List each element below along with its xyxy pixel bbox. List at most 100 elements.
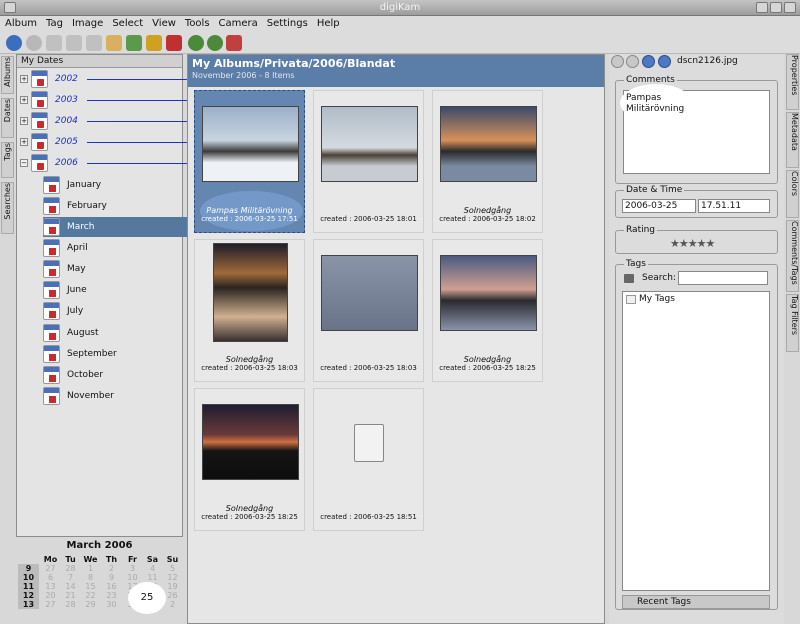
tree-month-september[interactable]: September [43,344,197,364]
tree-year-2003[interactable]: +2003 [17,90,199,110]
recent-tags-button[interactable]: Recent Tags [622,595,770,609]
highlighted-date[interactable]: 25 [128,582,166,614]
menu-album[interactable]: Album [1,16,41,32]
tree-month-may[interactable]: May [43,259,197,279]
thumbnail-view: My Albums/Privata/2006/Blandat November … [187,54,605,624]
pencil-icon[interactable] [166,35,182,51]
thumbnail-date: created : 2006-03-25 18:03 [201,364,298,372]
edit-icon[interactable] [146,35,162,51]
tab-tags[interactable]: Tags [1,142,14,178]
zoom-out-icon[interactable] [207,35,223,51]
calendar-icon [31,70,48,88]
tab-searches[interactable]: Searches [1,182,14,234]
menu-tag[interactable]: Tag [42,16,67,32]
tree-month-june[interactable]: June [43,280,197,300]
tab-tag-filters[interactable]: Tag Filters [786,294,799,352]
tree-year-2006[interactable]: −2006 [17,153,199,173]
first-image-icon[interactable] [611,55,624,68]
toolbar [0,32,800,54]
thumbnail-item[interactable]: created : 2006-03-25 18:01 [313,90,424,233]
window-title: digiKam [379,2,421,13]
maximize-button[interactable] [770,2,782,13]
tag-tree[interactable]: My Tags [622,291,770,591]
tree-month-october[interactable]: October [43,365,197,385]
comments-text[interactable]: Pampas Militärövning [620,84,692,122]
date-navigator: March 2006 Mo Tu We Th Fr Sa Su 9 27 28 1 2 3 4 5 10 6… [16,540,183,624]
thumbnail-item[interactable]: Solnedgång created : 2006-03-25 18:25 [194,388,305,531]
rating-stars[interactable]: ★★★★★ [670,237,715,250]
menu-image[interactable]: Image [68,16,107,32]
tree-month-january[interactable]: January [43,175,197,195]
menu-help[interactable]: Help [313,16,344,32]
thumbnail-item[interactable]: Pampas Militärövning created : 2006-03-2… [194,90,305,233]
tree-month-august[interactable]: August [43,323,197,343]
calendar-icon [43,324,60,342]
tree-year-2005[interactable]: +2005 [17,132,199,152]
thumbnail-image [321,106,418,182]
slideshow-icon[interactable] [126,35,142,51]
calendar-icon [31,91,48,109]
thumbnail-date: created : 2006-03-25 18:02 [439,215,536,223]
thumbnail-item[interactable]: created : 2006-03-25 18:51 [313,388,424,531]
thumbnail-item[interactable]: Solnedgång created : 2006-03-25 18:02 [432,90,543,233]
last-image-icon[interactable] [658,55,671,68]
back-icon[interactable] [6,35,22,51]
thumbnail-image [440,106,537,182]
thumbnail-date: created : 2006-03-25 18:03 [320,364,417,372]
current-filename: dscn2126.jpg [677,56,738,66]
thumbnail-image [202,404,299,480]
week-row: 10 6 7 8 9 10 11 12 [18,573,180,582]
tree-month-april[interactable]: April [43,238,197,258]
thumbnail-item[interactable]: Solnedgång created : 2006-03-25 18:03 [194,239,305,382]
fullscreen-icon[interactable] [226,35,242,51]
minimize-button[interactable] [756,2,768,13]
thumbnail-image [440,255,537,331]
thumbnail-item[interactable]: created : 2006-03-25 18:03 [313,239,424,382]
camera-icon[interactable] [86,35,102,51]
close-button[interactable] [784,2,796,13]
zoom-in-icon[interactable] [188,35,204,51]
tab-dates[interactable]: Dates [1,98,14,138]
tab-colors[interactable]: Colors [786,170,799,218]
tab-comments-tags[interactable]: Comments/Tags [786,220,799,292]
tree-month-march[interactable]: March [43,217,197,237]
view-icon[interactable] [106,35,122,51]
forward-icon[interactable] [26,35,42,51]
tree-year-2002[interactable]: +2002 [17,69,199,89]
menu-settings[interactable]: Settings [263,16,312,32]
thumbnail-date: created : 2006-03-25 18:01 [320,215,417,223]
time-input[interactable]: 17.51.11 [698,199,770,213]
rating-label: Rating [624,225,658,235]
menu-camera[interactable]: Camera [215,16,262,32]
right-sidebar-tabs: Properties Metadata Colors Comments/Tags… [786,54,800,354]
tab-albums[interactable]: Albums [1,56,14,94]
tag-search-icon [624,274,634,283]
thumbnail-image [202,106,299,182]
tag-search-input[interactable] [678,271,768,285]
calendar-icon [43,345,60,363]
tab-metadata[interactable]: Metadata [786,112,799,168]
tree-month-november[interactable]: November [43,386,197,406]
tree-year-2004[interactable]: +2004 [17,111,199,131]
home-icon[interactable] [66,35,82,51]
thumbnail-image [213,243,288,342]
thumbnail-caption: Solnedgång [463,206,512,215]
date-input[interactable]: 2006-03-25 [622,199,696,213]
menu-view[interactable]: View [148,16,180,32]
previous-image-icon[interactable] [626,55,639,68]
up-icon[interactable] [46,35,62,51]
tree-month-july[interactable]: July [43,301,197,321]
tag-search-label: Search: [642,273,676,283]
tree-month-february[interactable]: February [43,196,197,216]
menu-tools[interactable]: Tools [181,16,214,32]
thumbnail-item[interactable]: Solnedgång created : 2006-03-25 18:25 [432,239,543,382]
menu-bar: Album Tag Image Select View Tools Camera Settin… [0,16,800,32]
menu-select[interactable]: Select [108,16,147,32]
tab-properties[interactable]: Properties [786,54,799,110]
tag-tree-root[interactable]: My Tags [639,294,675,304]
calendar-icon [43,197,60,215]
date-tree-panel: My Dates +2002 +2003 +2004 +2005 −2006 J… [16,54,199,537]
thumbnail-date: created : 2006-03-25 18:51 [320,513,417,521]
album-info: November 2006 - 8 Items [192,71,295,80]
next-image-icon[interactable] [642,55,655,68]
